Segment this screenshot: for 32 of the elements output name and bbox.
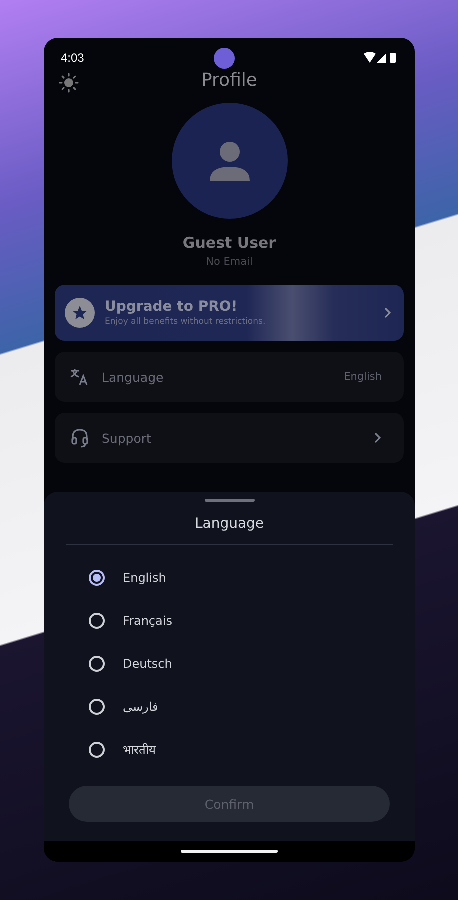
- radio-button[interactable]: [89, 612, 105, 628]
- settings-row[interactable]: Support: [55, 413, 404, 463]
- radio-button[interactable]: [89, 698, 105, 714]
- row-value: English: [344, 371, 382, 383]
- banner-title: Upgrade to PRO!: [105, 299, 239, 315]
- settings-row[interactable]: Language English: [55, 352, 404, 402]
- option-label[interactable]: Deutsch: [123, 656, 172, 670]
- drag-handle[interactable]: [204, 499, 254, 502]
- headset-icon: [70, 428, 90, 448]
- chevron-icon: [374, 432, 382, 444]
- row-label: Support: [102, 430, 152, 446]
- row-label: Language: [102, 370, 165, 384]
- radio-button[interactable]: [89, 570, 105, 586]
- radio-button[interactable]: [89, 742, 105, 758]
- option-label[interactable]: English: [123, 570, 166, 584]
- option-label[interactable]: Français: [123, 614, 172, 628]
- option-label[interactable]: فارسی: [123, 700, 158, 714]
- user-email: No Email: [206, 256, 253, 268]
- radio-button[interactable]: [89, 656, 105, 672]
- status-icons: [364, 52, 398, 64]
- translate-icon: [70, 367, 90, 387]
- camera-hole: [214, 48, 235, 68]
- chevron-icon: [384, 307, 392, 319]
- banner-subtitle: Enjoy all benefits without restrictions.: [105, 317, 267, 327]
- screen-title: Profile: [202, 70, 258, 90]
- sheet-title: Language: [194, 516, 264, 532]
- option-label[interactable]: भारतीय: [123, 741, 156, 758]
- sun-icon[interactable]: [59, 73, 79, 93]
- status-time: 4:03: [61, 51, 84, 65]
- upgrade-banner[interactable]: Upgrade to PRO! Enjoy all benefits without restrictions.: [55, 285, 404, 341]
- person-icon: [208, 141, 250, 181]
- user-name: Guest User: [182, 234, 276, 252]
